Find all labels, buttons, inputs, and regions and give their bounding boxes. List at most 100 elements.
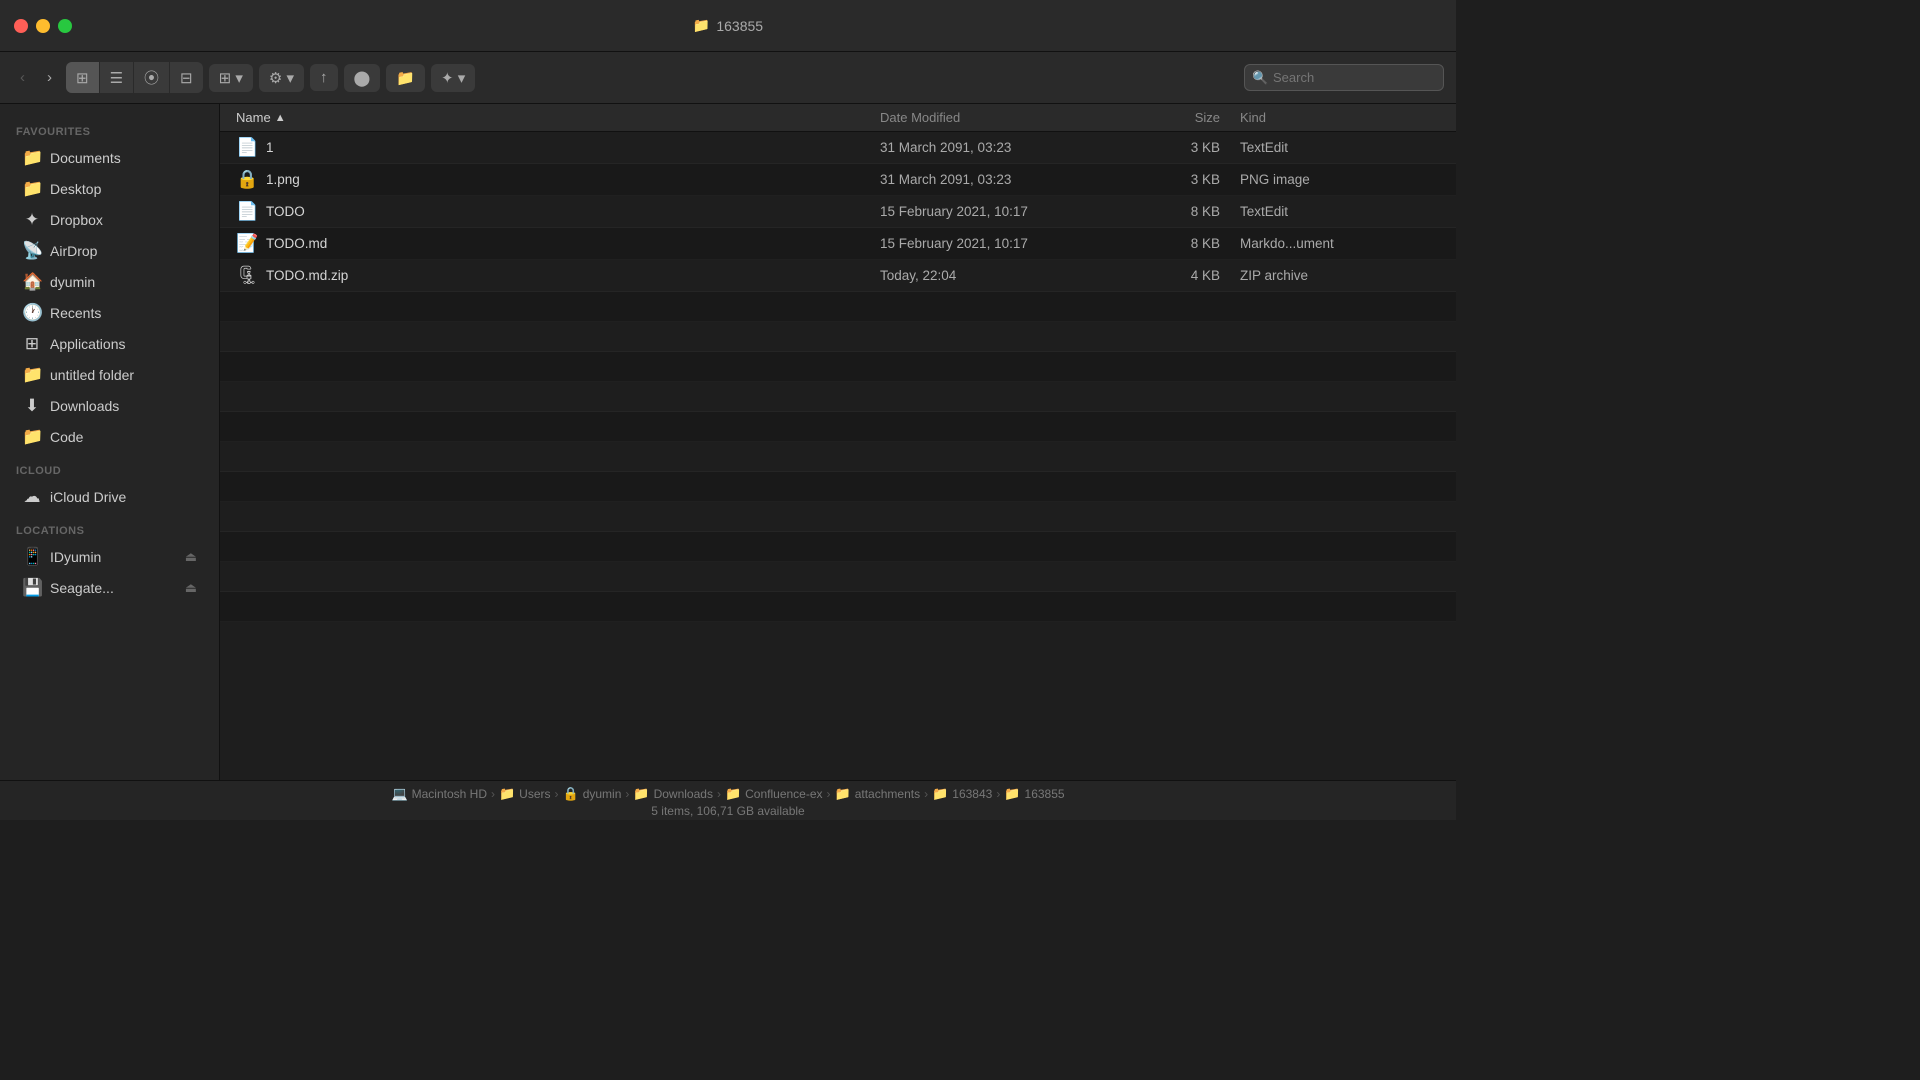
group-button[interactable]: ⊞ ▾ [209, 64, 253, 92]
table-row[interactable]: 🔒 1.png 31 March 2091, 03:23 3 KB PNG im… [220, 164, 1456, 196]
back-button[interactable]: ‹ [12, 64, 33, 91]
eject-icon[interactable]: ⏏ [185, 580, 197, 596]
breadcrumb-label: Users [519, 787, 550, 801]
breadcrumb-attachments[interactable]: 📁 attachments [835, 786, 921, 802]
toolbar: ‹ › ⊞ ☰ ⦿ ⊟ ⊞ ▾ ⚙ ▾ ↑ ⬤ 📁 ✦ ▾ 🔍 [0, 52, 1456, 104]
breadcrumb-downloads[interactable]: 📁 Downloads [633, 786, 713, 802]
view-columns-button[interactable]: ⦿ [134, 62, 170, 93]
table-row[interactable]: 🗜 TODO.md.zip Today, 22:04 4 KB ZIP arch… [220, 260, 1456, 292]
file-type-icon: 🔒 [236, 169, 258, 190]
new-folder-button[interactable]: 📁 [386, 64, 425, 92]
attachments-folder-icon: 📁 [835, 786, 851, 802]
file-name-cell: 📄 TODO [236, 201, 880, 222]
sidebar-item-icloud-drive[interactable]: ☁ iCloud Drive [6, 482, 213, 512]
col-kind-header[interactable]: Kind [1240, 110, 1440, 125]
window-title: 📁 163855 [693, 17, 763, 34]
downloads-icon: ⬇ [22, 396, 42, 416]
empty-row [220, 502, 1456, 532]
title-text: 163855 [716, 18, 763, 34]
sidebar-item-dyumin[interactable]: 🏠 dyumin [6, 267, 213, 297]
breadcrumb-separator: › [827, 787, 831, 801]
sidebar-item-seagate[interactable]: 💾 Seagate... ⏏ [6, 573, 213, 603]
file-kind: TextEdit [1240, 140, 1440, 155]
breadcrumb-dyumin[interactable]: 🔒 dyumin [563, 786, 622, 802]
eject-icon[interactable]: ⏏ [185, 549, 197, 565]
col-name-header[interactable]: Name ▲ [236, 110, 880, 125]
share-button[interactable]: ↑ [310, 64, 338, 91]
view-cover-button[interactable]: ⊟ [170, 62, 203, 93]
file-size: 8 KB [1140, 236, 1240, 251]
empty-row [220, 412, 1456, 442]
sidebar-item-label: Applications [50, 336, 197, 352]
163843-folder-icon: 📁 [932, 786, 948, 802]
breadcrumb-separator: › [625, 787, 629, 801]
view-list-button[interactable]: ☰ [100, 62, 134, 93]
sidebar-item-untitled-folder[interactable]: 📁 untitled folder [6, 360, 213, 390]
sidebar-item-downloads[interactable]: ⬇ Downloads [6, 391, 213, 421]
sidebar-item-label: Documents [50, 150, 197, 166]
file-name: 1.png [266, 172, 300, 187]
file-kind: ZIP archive [1240, 268, 1440, 283]
dropbox-button[interactable]: ✦ ▾ [431, 64, 475, 92]
file-area: Name ▲ Date Modified Size Kind 📄 1 31 Ma… [220, 104, 1456, 780]
icloud-drive-icon: ☁ [22, 487, 42, 507]
sidebar-item-label: Downloads [50, 398, 197, 414]
sidebar-item-airdrop[interactable]: 📡 AirDrop [6, 236, 213, 266]
sidebar-item-documents[interactable]: 📁 Documents [6, 143, 213, 173]
breadcrumb-label: 163843 [952, 787, 992, 801]
breadcrumb-label: Downloads [654, 787, 713, 801]
tag-button[interactable]: ⬤ [344, 64, 381, 92]
breadcrumb-separator: › [717, 787, 721, 801]
minimize-button[interactable] [36, 19, 50, 33]
empty-row [220, 562, 1456, 592]
breadcrumb-macintosh-hd[interactable]: 💻 Macintosh HD [391, 786, 487, 802]
sidebar-item-recents[interactable]: 🕐 Recents [6, 298, 213, 328]
empty-row [220, 472, 1456, 502]
empty-row [220, 322, 1456, 352]
col-size-header[interactable]: Size [1140, 110, 1240, 125]
view-icons-button[interactable]: ⊞ [66, 62, 100, 93]
col-date-label: Date Modified [880, 110, 960, 125]
breadcrumb-label: 163855 [1025, 787, 1065, 801]
file-name-cell: 🔒 1.png [236, 169, 880, 190]
table-row[interactable]: 📄 1 31 March 2091, 03:23 3 KB TextEdit [220, 132, 1456, 164]
phone-icon: 📱 [22, 547, 42, 567]
sidebar-item-label: iCloud Drive [50, 489, 197, 505]
file-kind: Markdo...ument [1240, 236, 1440, 251]
file-size: 4 KB [1140, 268, 1240, 283]
col-kind-label: Kind [1240, 110, 1266, 125]
file-list-header: Name ▲ Date Modified Size Kind [220, 104, 1456, 132]
sidebar-item-code[interactable]: 📁 Code [6, 422, 213, 452]
file-name: TODO.md.zip [266, 268, 348, 283]
empty-row [220, 382, 1456, 412]
sidebar-item-label: IDyumin [50, 549, 177, 565]
empty-row [220, 442, 1456, 472]
sidebar-item-label: Desktop [50, 181, 197, 197]
dropbox-icon: ✦ [22, 210, 42, 230]
breadcrumb-163843[interactable]: 📁 163843 [932, 786, 992, 802]
code-folder-icon: 📁 [22, 427, 42, 447]
sidebar-item-idyumin[interactable]: 📱 IDyumin ⏏ [6, 542, 213, 572]
sidebar-item-dropbox[interactable]: ✦ Dropbox [6, 205, 213, 235]
close-button[interactable] [14, 19, 28, 33]
action-button[interactable]: ⚙ ▾ [259, 64, 304, 92]
documents-icon: 📁 [22, 148, 42, 168]
breadcrumb-163855[interactable]: 📁 163855 [1004, 786, 1064, 802]
file-kind: PNG image [1240, 172, 1440, 187]
forward-button[interactable]: › [39, 64, 60, 91]
recents-icon: 🕐 [22, 303, 42, 323]
file-name-cell: 📝 TODO.md [236, 233, 880, 254]
maximize-button[interactable] [58, 19, 72, 33]
file-type-icon: 📄 [236, 137, 258, 158]
table-row[interactable]: 📝 TODO.md 15 February 2021, 10:17 8 KB M… [220, 228, 1456, 260]
breadcrumb-confluence[interactable]: 📁 Confluence-ex [725, 786, 823, 802]
sidebar-item-desktop[interactable]: 📁 Desktop [6, 174, 213, 204]
sidebar-item-label: AirDrop [50, 243, 197, 259]
search-input[interactable] [1244, 64, 1444, 91]
breadcrumb-users[interactable]: 📁 Users [499, 786, 551, 802]
col-date-header[interactable]: Date Modified [880, 110, 1140, 125]
file-date: 31 March 2091, 03:23 [880, 140, 1140, 155]
sidebar-item-applications[interactable]: ⊞ Applications [6, 329, 213, 359]
table-row[interactable]: 📄 TODO 15 February 2021, 10:17 8 KB Text… [220, 196, 1456, 228]
file-name: 1 [266, 140, 274, 155]
